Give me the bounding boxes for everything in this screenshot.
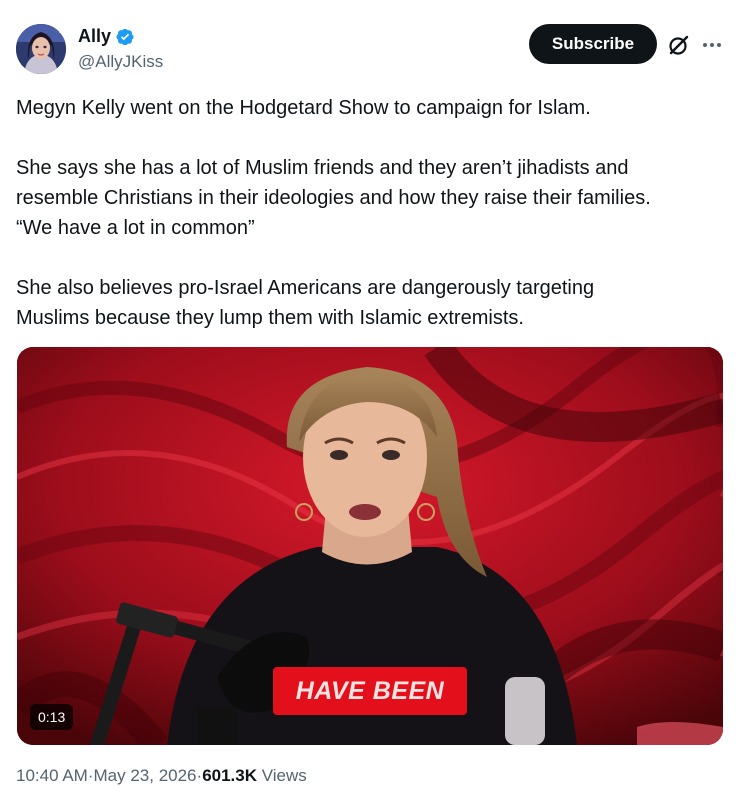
subscribe-button[interactable]: Subscribe [529, 24, 657, 64]
name-row: Ally [78, 26, 135, 47]
display-name[interactable]: Ally [78, 26, 111, 47]
avatar[interactable] [16, 24, 66, 74]
post-text: Megyn Kelly went on the Hodgetard Show t… [16, 93, 731, 333]
verified-badge-icon[interactable] [115, 27, 135, 47]
video-player[interactable]: HAVE BEEN 0:13 [17, 347, 723, 745]
post-date[interactable]: May 23, 2026 [94, 766, 197, 786]
video-duration: 0:13 [30, 704, 74, 730]
post-meta: 10:40 AM · May 23, 2026 · 601.3K Views [16, 766, 307, 786]
post-paragraph-line: She says she has a lot of Muslim friends… [16, 157, 629, 179]
more-options-icon[interactable] [699, 32, 725, 58]
post-paragraph: Megyn Kelly went on the Hodgetard Show t… [16, 97, 591, 119]
avatar-image [16, 24, 66, 74]
views-count: 601.3K [202, 766, 258, 785]
video-caption: HAVE BEEN [273, 667, 467, 715]
post-paragraph-line: Muslims because they lump them with Isla… [16, 307, 524, 329]
post-time[interactable]: 10:40 AM [16, 766, 88, 786]
post-paragraph-line: She also believes pro-Israel Americans a… [16, 277, 595, 299]
post-paragraph-line: “We have a lot in common” [16, 217, 255, 239]
post-header: Ally @AllyJKiss Subscribe [16, 24, 725, 76]
handle[interactable]: @AllyJKiss [78, 52, 163, 72]
views-label: Views [261, 766, 307, 785]
post-paragraph-line: resemble Christians in their ideologies … [16, 187, 651, 209]
grok-icon[interactable] [666, 32, 692, 58]
